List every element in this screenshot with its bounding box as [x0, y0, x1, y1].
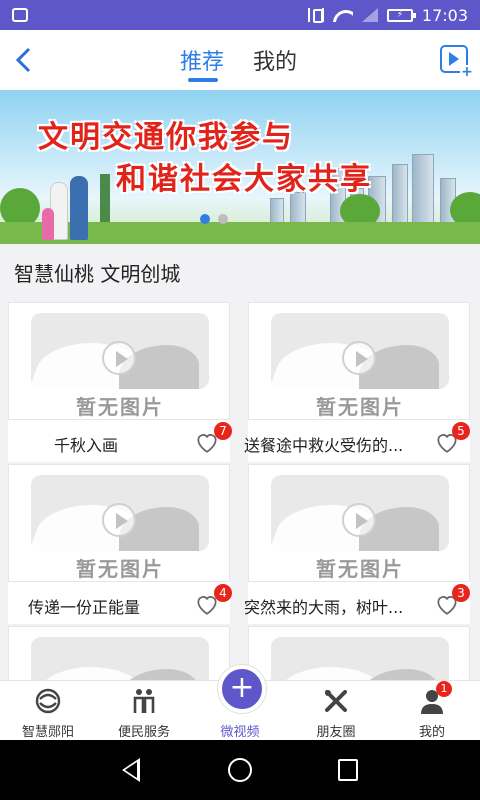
- video-thumbnail[interactable]: [8, 626, 230, 680]
- top-nav: 推荐 我的: [0, 30, 480, 90]
- tab-mine[interactable]: 我的: [253, 44, 297, 76]
- nav-label: 我的: [418, 725, 445, 740]
- section-title: 智慧仙桃 文明创城: [14, 262, 181, 286]
- banner-tower: [100, 174, 110, 224]
- city-logo-icon: [35, 688, 61, 714]
- banner-person: [42, 208, 54, 240]
- video-card[interactable]: [248, 626, 470, 680]
- battery-charging-icon: ⚡: [386, 8, 416, 22]
- like-count-badge: 3: [452, 584, 470, 602]
- nav-item-mine[interactable]: 我的: [384, 681, 480, 741]
- recent-apps-icon[interactable]: [338, 759, 358, 781]
- nav-label: 智慧郧阳: [21, 725, 74, 740]
- video-thumbnail[interactable]: 暂无图片: [8, 464, 230, 582]
- placeholder-text: 暂无图片: [316, 395, 404, 419]
- placeholder-text: 暂无图片: [76, 395, 164, 419]
- signal-icon: [361, 8, 378, 22]
- video-card[interactable]: 暂无图片 送餐途中救火受伤的... 5: [244, 302, 470, 462]
- like-count-badge: 5: [452, 422, 470, 440]
- add-video-button[interactable]: +: [218, 665, 266, 713]
- nav-item-home[interactable]: 智慧郧阳: [0, 681, 96, 741]
- video-card[interactable]: 暂无图片 千秋入画 7: [8, 302, 232, 462]
- carousel-dots: [200, 214, 228, 224]
- video-title[interactable]: 送餐途中救火受伤的...: [244, 432, 403, 456]
- play-icon: [102, 503, 136, 537]
- placeholder-text: 暂无图片: [316, 557, 404, 581]
- nav-label: 朋友圈: [316, 725, 356, 740]
- people-service-icon: [133, 689, 155, 713]
- back-triangle-icon[interactable]: [122, 758, 140, 782]
- banner-building: [412, 154, 434, 226]
- vibrate-icon: [307, 8, 324, 23]
- system-nav-bar: [0, 740, 480, 800]
- play-icon: [342, 503, 376, 537]
- status-bar: ⚡ 17:03: [0, 0, 480, 30]
- video-title[interactable]: 千秋入画: [54, 432, 118, 456]
- banner-slogan-2: 和谐社会大家共享: [116, 162, 372, 197]
- banner-person: [70, 176, 88, 240]
- app-notification-icon: [12, 8, 28, 22]
- back-arrow-icon[interactable]: [8, 44, 38, 76]
- video-card[interactable]: 暂无图片 突然来的大雨，树叶... 3: [244, 464, 470, 624]
- tab-active-indicator: [188, 78, 218, 82]
- home-circle-icon[interactable]: [228, 758, 252, 782]
- wifi-icon: [333, 8, 353, 22]
- status-time: 17:03: [421, 5, 468, 25]
- video-thumbnail[interactable]: 暂无图片: [8, 302, 230, 420]
- carousel-dot[interactable]: [218, 214, 228, 224]
- banner-carousel[interactable]: 文明交通你我参与 和谐社会大家共享: [0, 90, 480, 244]
- video-title[interactable]: 突然来的大雨，树叶...: [244, 594, 403, 618]
- placeholder-text: 暂无图片: [76, 557, 164, 581]
- nav-label: 微视频: [220, 725, 260, 740]
- video-title[interactable]: 传递一份正能量: [28, 594, 140, 618]
- placeholder-image: [31, 637, 209, 680]
- placeholder-image: [271, 637, 449, 680]
- play-icon: [102, 341, 136, 375]
- nav-item-services[interactable]: 便民服务: [96, 681, 192, 741]
- video-thumbnail[interactable]: 暂无图片: [248, 464, 470, 582]
- status-icons: ⚡ 17:03: [307, 0, 468, 30]
- banner-building: [392, 164, 408, 226]
- like-count-badge: 4: [214, 584, 232, 602]
- video-thumbnail[interactable]: [248, 626, 470, 680]
- play-icon: [342, 341, 376, 375]
- like-count-badge: 7: [214, 422, 232, 440]
- tools-icon: [325, 690, 347, 712]
- profile-badge: 1: [436, 681, 452, 697]
- video-card[interactable]: 暂无图片 传递一份正能量 4: [8, 464, 232, 624]
- carousel-dot[interactable]: [200, 214, 210, 224]
- video-card[interactable]: [8, 626, 230, 680]
- banner-slogan-1: 文明交通你我参与: [38, 120, 294, 155]
- video-thumbnail[interactable]: 暂无图片: [248, 302, 470, 420]
- tab-recommend[interactable]: 推荐: [180, 44, 224, 76]
- nav-label: 便民服务: [117, 725, 170, 740]
- video-add-icon[interactable]: [440, 45, 474, 79]
- nav-item-friends[interactable]: 朋友圈: [288, 681, 384, 741]
